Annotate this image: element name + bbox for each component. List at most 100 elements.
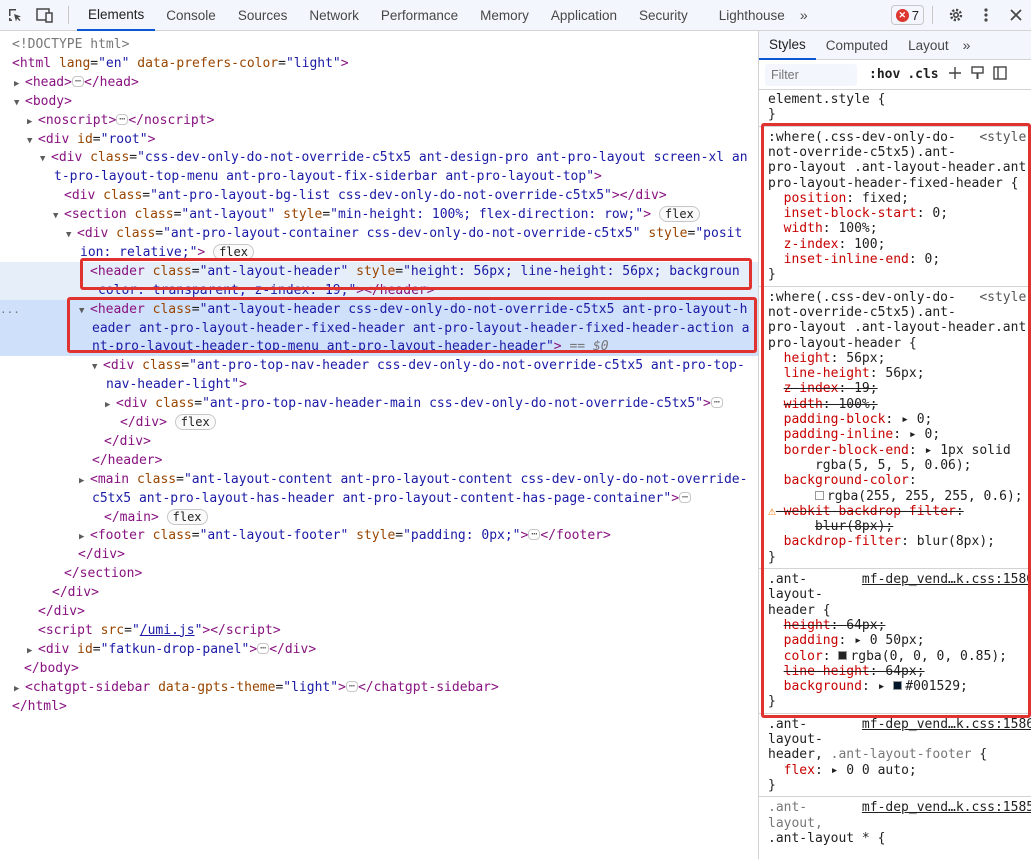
dom-node-line[interactable]: ▶ <head> ⋯ </head> xyxy=(0,73,758,92)
dom-node-line[interactable]: <div class="ant-pro-layout-bg-list css-d… xyxy=(0,186,758,205)
dom-node-line[interactable]: ▶ <div id="fatkun-drop-panel"> ⋯ </div> xyxy=(0,640,758,659)
dom-node-line[interactable]: </div> xyxy=(0,432,758,451)
dom-node-markup: </div> xyxy=(104,433,151,449)
more-tabs-icon[interactable]: » xyxy=(796,7,814,23)
dom-node-line[interactable]: ▼ <body> xyxy=(0,92,758,111)
add-rule-icon[interactable] xyxy=(948,66,962,83)
highlight-box-styles xyxy=(761,123,1031,718)
dom-node-line[interactable]: ▶ <div class="ant-pro-top-nav-header-main… xyxy=(0,394,758,413)
dom-node-markup: </html> xyxy=(12,698,67,714)
dom-node-line[interactable]: ▼ <div class="ant-pro-layout-container cs… xyxy=(0,224,758,243)
style-declaration-line[interactable]: .ant- mf-dep_vend…k.css:1586 xyxy=(768,717,1031,732)
dom-node-markup: <script src="/umi.js"></script> xyxy=(38,622,281,638)
dom-node-line[interactable]: <script src="/umi.js"></script> xyxy=(0,621,758,640)
tab-elements[interactable]: Elements xyxy=(77,0,156,31)
dom-node-markup: nav-header-light"> xyxy=(106,377,247,393)
paint-icon[interactable] xyxy=(970,66,984,83)
tab-memory[interactable]: Memory xyxy=(469,0,540,30)
dom-node-markup: c5tx5 ant-pro-layout-has-header ant-pro-… xyxy=(92,489,692,508)
tab-lighthouse[interactable]: Lighthouse xyxy=(699,0,796,30)
cls-toggle[interactable]: .cls xyxy=(907,67,938,82)
dom-node-line[interactable]: ▶ <chatgpt-sidebar data-gpts-theme="light… xyxy=(0,678,758,697)
dom-node-line[interactable]: </html> xyxy=(0,697,758,716)
dom-node-markup: </body> xyxy=(24,660,79,676)
tab-console[interactable]: Console xyxy=(155,0,227,30)
kebab-menu-icon[interactable] xyxy=(971,0,1001,30)
highlight-box-header-2 xyxy=(67,297,757,353)
tab-application[interactable]: Application xyxy=(540,0,628,30)
dom-node-line[interactable]: <!DOCTYPE html> xyxy=(0,35,758,54)
dom-node-markup: ▶ <footer class="ant-layout-footer" style… xyxy=(79,526,611,547)
style-declaration-line[interactable]: } xyxy=(768,107,776,122)
style-declaration-line[interactable]: layout- xyxy=(768,732,823,747)
dom-node-line[interactable]: ▼ <div id="root"> xyxy=(0,130,758,149)
dom-node-markup: ▼ <div class="ant-pro-layout-container cs… xyxy=(66,224,742,245)
dom-node-markup: ▼ <div class="ant-pro-top-nav-header css-… xyxy=(92,356,745,377)
dom-node-line[interactable]: nav-header-light"> xyxy=(0,375,758,394)
close-icon[interactable] xyxy=(1001,0,1031,30)
inspect-icon[interactable] xyxy=(0,0,30,30)
dom-node-line[interactable]: </header> xyxy=(0,451,758,470)
dom-node-markup: ▶ <head> ⋯ </head> xyxy=(14,73,139,94)
dom-node-line[interactable]: <html lang="en" data-prefers-color="ligh… xyxy=(0,54,758,73)
dom-tree[interactable]: <!DOCTYPE html> <html lang="en" data-pref… xyxy=(0,31,758,859)
dom-node-line[interactable]: </section> xyxy=(0,564,758,583)
dom-node-line[interactable]: </div> xyxy=(0,583,758,602)
dom-node-markup: ▶ <main class="ant-layout-content ant-pro… xyxy=(79,470,747,491)
dom-node-markup: </div> xyxy=(78,547,125,563)
error-count: 7 xyxy=(911,7,919,23)
dom-node-line[interactable]: c5tx5 ant-pro-layout-has-header ant-pro-… xyxy=(0,489,758,508)
tab-computed[interactable]: Computed xyxy=(816,31,898,60)
tab-security[interactable]: Security xyxy=(628,0,699,30)
more-sidebar-tabs-icon[interactable]: » xyxy=(959,37,977,53)
style-declaration-line[interactable]: element.style { xyxy=(768,92,885,107)
dom-node-markup: ▶ <chatgpt-sidebar data-gpts-theme="light… xyxy=(14,678,499,699)
style-declaration-line[interactable]: flex: ▸ 0 0 auto; xyxy=(768,763,917,778)
dom-node-line[interactable]: t-pro-layout-top-menu ant-pro-layout-fix… xyxy=(0,167,758,186)
tab-sources[interactable]: Sources xyxy=(227,0,299,30)
toolbar-right: ✕ 7 xyxy=(875,0,1031,30)
dom-node-line[interactable]: ▶ <main class="ant-layout-content ant-pro… xyxy=(0,470,758,489)
error-count-badge[interactable]: ✕ 7 xyxy=(890,5,924,25)
error-icon: ✕ xyxy=(895,8,909,22)
settings-icon[interactable] xyxy=(941,0,971,30)
dom-node-markup: <div class="ant-pro-layout-bg-list css-d… xyxy=(64,188,667,204)
style-declaration-line[interactable]: .ant-layout * { xyxy=(768,831,885,846)
dom-node-line[interactable]: </div> xyxy=(0,545,758,564)
tab-network[interactable]: Network xyxy=(298,0,370,30)
tab-styles[interactable]: Styles xyxy=(759,31,816,60)
rule-separator xyxy=(759,796,1031,798)
dom-node-markup: </section> xyxy=(64,566,143,582)
dom-node-line[interactable]: </div> xyxy=(0,602,758,621)
style-declaration-line[interactable]: } xyxy=(768,778,776,793)
dom-node-line[interactable]: ▶ <footer class="ant-layout-footer" style… xyxy=(0,526,758,545)
style-declaration-line[interactable]: layout, xyxy=(768,816,823,831)
hov-toggle[interactable]: :hov xyxy=(869,67,900,82)
tab-layout[interactable]: Layout xyxy=(898,31,959,60)
dom-node-line[interactable]: ▶ <noscript> ⋯ </noscript> xyxy=(0,111,758,130)
style-declaration-line[interactable]: header, .ant-layout-footer { xyxy=(768,747,987,762)
dom-node-markup: </header> xyxy=(92,452,163,468)
dom-node-markup: </div> flex xyxy=(120,413,216,432)
dom-node-markup: t-pro-layout-top-menu ant-pro-layout-fix… xyxy=(54,169,602,185)
dom-node-markup: ▼ <body> xyxy=(14,92,72,113)
toolbar-divider-right xyxy=(932,6,933,24)
dom-node-line[interactable]: </div> flex xyxy=(0,413,758,432)
tab-performance[interactable]: Performance xyxy=(370,0,469,30)
devtools-toolbar: Elements Console Sources Network Perform… xyxy=(0,0,1031,31)
styles-filter-input[interactable] xyxy=(765,63,857,86)
dom-node-markup: </main> flex xyxy=(104,508,208,527)
dom-node-line[interactable]: ▼ <div class="ant-pro-top-nav-header css-… xyxy=(0,356,758,375)
dom-node-markup: ▼ <div class="css-dev-only-do-not-overrid… xyxy=(40,148,748,169)
toolbar-divider xyxy=(68,6,69,24)
dom-node-line[interactable]: </body> xyxy=(0,659,758,678)
dom-node-markup: ▶ <div class="ant-pro-top-nav-header-main… xyxy=(105,394,723,415)
style-declaration-line[interactable]: .ant- mf-dep_vend…k.css:1585 xyxy=(768,800,1031,815)
dom-node-markup: </div> xyxy=(38,604,85,619)
toggle-sidebar-icon[interactable] xyxy=(992,66,1007,83)
dom-node-line[interactable]: ▼ <section class="ant-layout" style="min-… xyxy=(0,205,758,224)
selected-node-ellipsis-icon[interactable]: ... xyxy=(0,300,20,319)
device-toggle-icon[interactable] xyxy=(30,0,60,30)
dom-node-line[interactable]: ▼ <div class="css-dev-only-do-not-overrid… xyxy=(0,148,758,167)
dom-node-line[interactable]: </main> flex xyxy=(0,508,758,527)
